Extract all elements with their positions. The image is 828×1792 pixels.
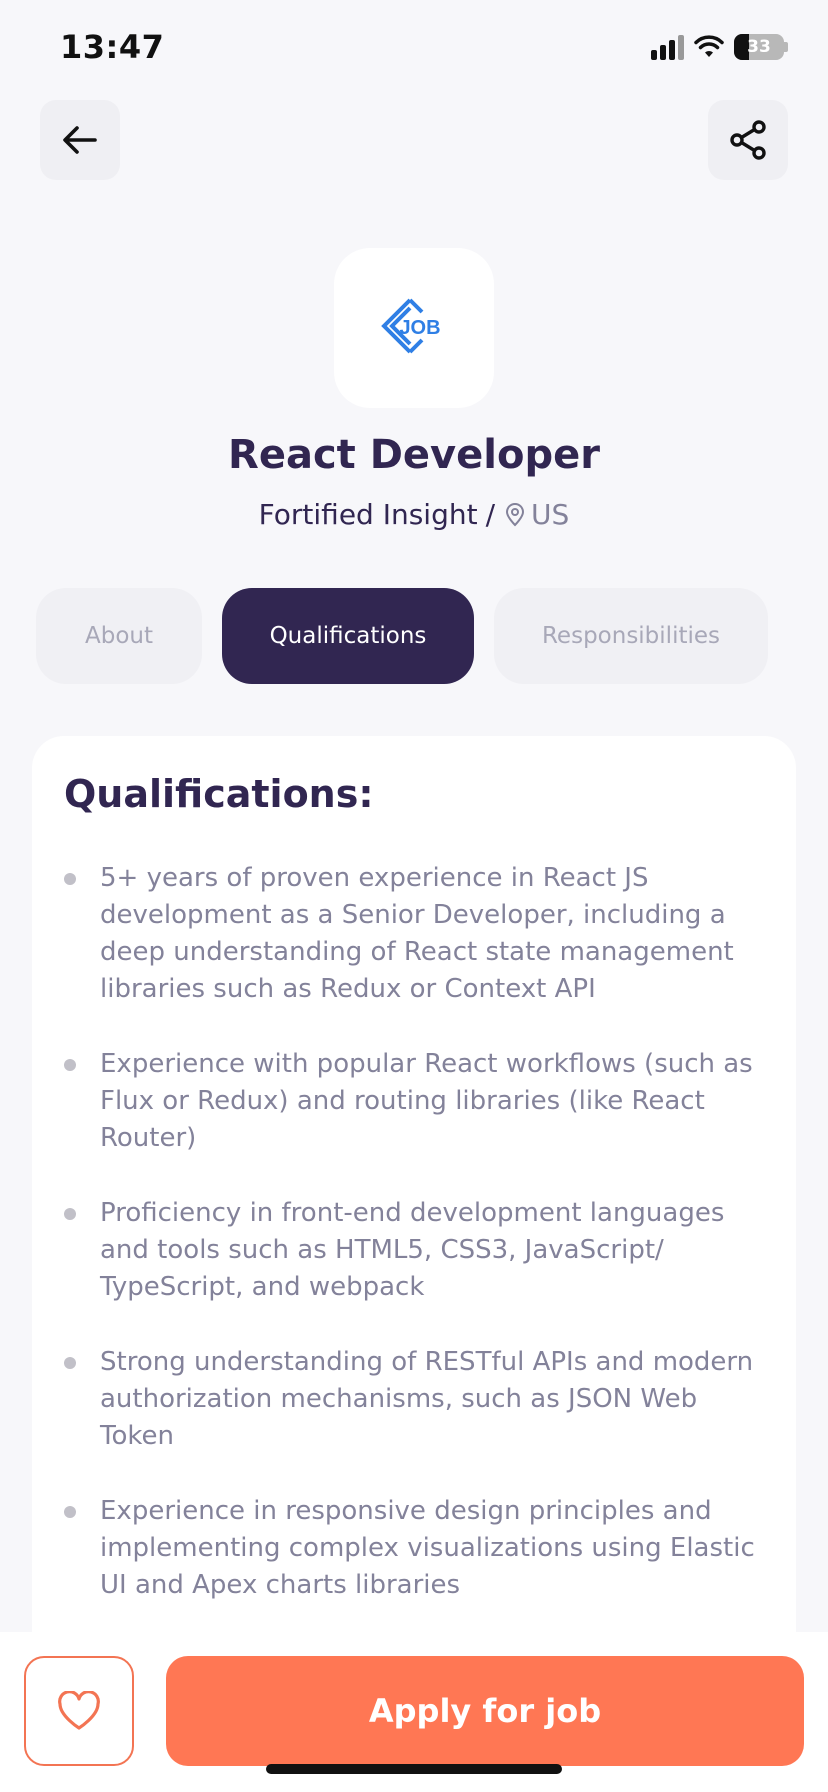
list-item-text: Experience with popular React workflows … xyxy=(100,1049,753,1153)
share-button[interactable] xyxy=(708,100,788,180)
battery-icon: 33 xyxy=(734,34,788,60)
apply-button[interactable]: Apply for job xyxy=(166,1656,804,1766)
bullet-icon xyxy=(64,873,76,885)
list-item-text: Strong understanding of RESTful APIs and… xyxy=(100,1347,754,1451)
job-logo-icon: JOB xyxy=(381,298,441,354)
list-item-text: Experience in responsive design principl… xyxy=(100,1496,755,1600)
list-item: Experience in responsive design principl… xyxy=(64,1493,764,1604)
status-bar: 13:47 33 xyxy=(0,0,828,100)
list-item-text: 5+ years of proven experience in React J… xyxy=(100,863,734,1004)
battery-level: 33 xyxy=(747,37,771,57)
company-separator: / xyxy=(485,498,496,531)
status-icons: 33 xyxy=(651,34,788,60)
list-item: Proficiency in front-end development lan… xyxy=(64,1195,764,1306)
status-time: 13:47 xyxy=(60,28,165,66)
bullet-icon xyxy=(64,1506,76,1518)
back-button[interactable] xyxy=(40,100,120,180)
wifi-icon xyxy=(694,35,724,57)
list-item: Strong understanding of RESTful APIs and… xyxy=(64,1344,764,1455)
list-item: 5+ years of proven experience in React J… xyxy=(64,860,764,1008)
list-item: Experience with popular React workflows … xyxy=(64,1046,764,1157)
bullet-icon xyxy=(64,1357,76,1369)
heart-icon xyxy=(58,1691,100,1730)
company-name: Fortified Insight xyxy=(258,498,478,531)
list-item-text: Proficiency in front-end development lan… xyxy=(100,1198,725,1302)
tab-about[interactable]: About xyxy=(36,588,202,684)
tab-qualifications[interactable]: Qualifications xyxy=(222,588,474,684)
cellular-signal-icon xyxy=(651,34,684,60)
company-info: Fortified Insight / US xyxy=(0,498,828,531)
logo-text: JOB xyxy=(399,317,440,339)
qualifications-list: 5+ years of proven experience in React J… xyxy=(64,860,764,1604)
home-indicator xyxy=(266,1764,562,1774)
location-icon xyxy=(505,502,525,527)
section-title: Qualifications: xyxy=(64,772,374,816)
like-button[interactable] xyxy=(24,1656,134,1766)
company-logo: JOB xyxy=(334,248,494,408)
tab-responsibilities[interactable]: Responsibilities xyxy=(494,588,768,684)
bullet-icon xyxy=(64,1059,76,1071)
bullet-icon xyxy=(64,1208,76,1220)
arrow-left-icon xyxy=(63,126,97,154)
tab-bar: About Qualifications Responsibilities xyxy=(36,588,768,684)
qualifications-card: Qualifications: 5+ years of proven exper… xyxy=(32,736,796,1736)
job-title: React Developer xyxy=(228,432,600,478)
job-location: US xyxy=(531,498,570,531)
share-icon xyxy=(730,120,766,160)
